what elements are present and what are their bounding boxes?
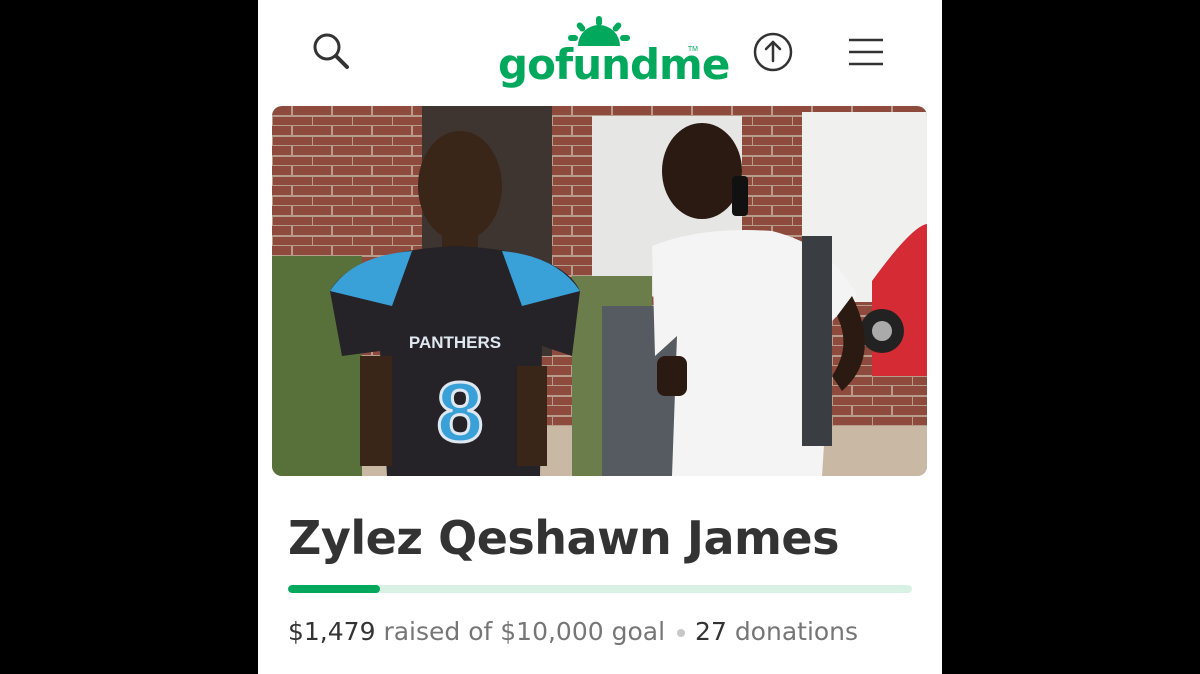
raised-amount: $1,479 [288,617,376,646]
top-bar: gofundme TM [258,0,942,100]
raised-label: raised of [383,617,493,646]
menu-icon[interactable] [843,30,887,74]
trademark-mark: TM [687,46,698,53]
funding-progress-bar [288,585,912,593]
gofundme-logo[interactable]: gofundme TM [494,16,730,90]
jersey-number: 8 [437,365,484,459]
funding-stats: $1,479 raised of $10,000 goal 27 donation… [288,617,858,646]
phone-screen: gofundme TM PANTHERS 8 Zylez Qeshawn Jam… [258,0,942,674]
separator-dot [677,629,686,637]
share-icon[interactable] [751,30,795,74]
goal-label: goal [611,617,666,646]
campaign-title: Zylez Qeshawn James [288,511,840,565]
jersey-text: PANTHERS [409,333,501,352]
goal-amount: $10,000 [500,617,604,646]
search-icon[interactable] [309,29,353,73]
campaign-photo[interactable]: PANTHERS 8 [272,106,927,476]
donations-count: 27 [695,617,727,646]
donations-label: donations [734,617,859,646]
funding-progress-fill [288,585,381,593]
